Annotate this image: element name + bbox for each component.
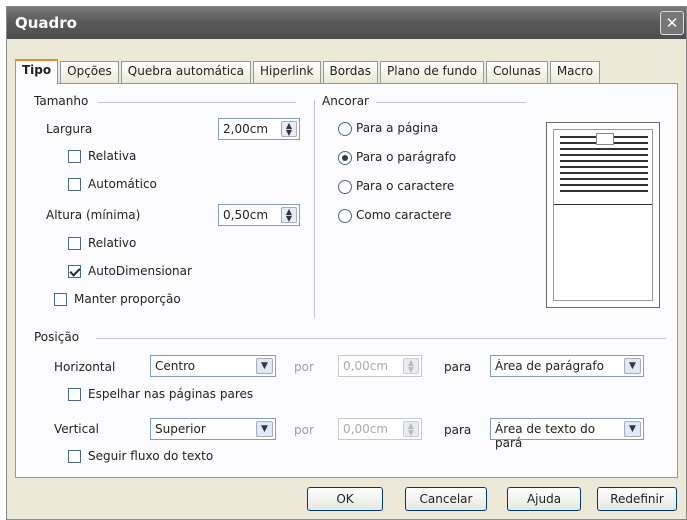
- size-group-label: Tamanho: [34, 94, 89, 108]
- anchor-page-radio[interactable]: [338, 122, 352, 136]
- tab-macro[interactable]: Macro: [549, 61, 601, 83]
- anchor-as-char-radio[interactable]: [338, 209, 352, 223]
- frame-marker-icon: [596, 133, 614, 145]
- cancel-button[interactable]: Cancelar: [405, 487, 487, 511]
- keep-ratio-checkbox[interactable]: [54, 293, 67, 306]
- vertical-to-select[interactable]: Área de texto do pará ▼: [490, 418, 644, 450]
- anchor-char-radio[interactable]: [338, 180, 352, 194]
- chevron-down-icon[interactable]: ▼: [256, 358, 273, 374]
- vertical-by-spinbox: 0,00cm ▲ ▼: [338, 418, 422, 440]
- position-group-label: Posição: [34, 330, 80, 344]
- relative-height-checkbox[interactable]: [68, 237, 81, 250]
- position-group-divider: [96, 338, 666, 339]
- tab-opcoes[interactable]: Opções: [60, 61, 119, 83]
- anchor-as-char-label: Como caractere: [356, 208, 452, 222]
- height-spinbox[interactable]: 0,50cm ▲ ▼: [218, 204, 300, 226]
- automatic-checkbox[interactable]: [68, 178, 81, 191]
- ok-button[interactable]: OK: [307, 487, 383, 511]
- mirror-label: Espelhar nas páginas pares: [88, 387, 254, 401]
- autosize-checkbox[interactable]: [68, 265, 81, 278]
- keep-ratio-label: Manter proporção: [74, 292, 181, 306]
- anchor-paragraph-radio[interactable]: [338, 151, 352, 165]
- relative-width-label: Relativa: [88, 149, 137, 163]
- width-label: Largura: [46, 122, 93, 136]
- tab-panel-tipo: Tamanho Largura 2,00cm ▲ ▼ Relativa Autom…: [15, 83, 678, 478]
- vertical-to-label: para: [444, 423, 472, 437]
- page-preview-icon: [553, 129, 653, 301]
- height-label: Altura (mínima): [46, 208, 141, 222]
- anchor-paragraph-label: Para o parágrafo: [356, 150, 457, 164]
- vertical-by-label: por: [294, 423, 314, 437]
- mirror-checkbox[interactable]: [68, 388, 81, 401]
- follow-flow-checkbox[interactable]: [68, 450, 81, 463]
- tab-plano-de-fundo[interactable]: Plano de fundo: [380, 61, 484, 83]
- dialog-title: Quadro: [15, 14, 77, 32]
- vertical-to-value: Área de texto do pará: [495, 422, 596, 450]
- chevron-down-icon[interactable]: ▼: [256, 421, 273, 437]
- horizontal-value: Centro: [155, 359, 196, 373]
- frame-dialog: Quadro ✕ Tipo Opções Quebra automática H…: [6, 6, 687, 520]
- anchor-page-label: Para a página: [356, 121, 439, 135]
- horizontal-select[interactable]: Centro ▼: [150, 355, 276, 377]
- section-divider: [314, 100, 315, 318]
- title-bar: Quadro ✕: [7, 7, 686, 39]
- tab-hiperlink[interactable]: Hiperlink: [252, 61, 321, 83]
- tab-strip: Tipo Opções Quebra automática Hiperlink …: [15, 59, 602, 84]
- size-group-divider: [98, 102, 296, 103]
- vertical-select[interactable]: Superior ▼: [150, 418, 276, 440]
- relative-height-label: Relativo: [88, 236, 137, 250]
- vertical-label: Vertical: [54, 422, 99, 436]
- horizontal-by-label: por: [294, 360, 314, 374]
- horizontal-by-spinbox: 0,00cm ▲ ▼: [338, 355, 422, 377]
- width-spinbox[interactable]: 2,00cm ▲ ▼: [218, 118, 300, 140]
- horizontal-label: Horizontal: [54, 360, 116, 374]
- tab-quebra-automatica[interactable]: Quebra automática: [120, 61, 251, 83]
- spin-arrows-icon[interactable]: ▲ ▼: [281, 121, 297, 137]
- tab-tipo[interactable]: Tipo: [15, 59, 59, 84]
- anchor-group-divider: [376, 102, 526, 103]
- help-button[interactable]: Ajuda: [507, 487, 581, 511]
- close-button[interactable]: ✕: [660, 11, 684, 35]
- horizontal-to-select[interactable]: Área de parágrafo ▼: [490, 355, 644, 377]
- anchor-group-label: Ancorar: [322, 94, 369, 108]
- vertical-value: Superior: [155, 422, 206, 436]
- spin-arrows-icon: ▲ ▼: [403, 421, 419, 437]
- width-value: 2,00cm: [223, 122, 269, 136]
- automatic-label: Automático: [88, 177, 157, 191]
- horizontal-by-value: 0,00cm: [343, 359, 389, 373]
- horizontal-to-value: Área de parágrafo: [495, 359, 604, 373]
- anchor-char-label: Para o caractere: [356, 179, 455, 193]
- relative-width-checkbox[interactable]: [68, 150, 81, 163]
- frame-preview: [546, 122, 660, 308]
- horizontal-to-label: para: [444, 360, 472, 374]
- close-icon: ✕: [665, 14, 679, 32]
- autosize-label: AutoDimensionar: [88, 264, 192, 278]
- spin-arrows-icon[interactable]: ▲ ▼: [281, 207, 297, 223]
- spin-arrows-icon: ▲ ▼: [403, 358, 419, 374]
- chevron-down-icon[interactable]: ▼: [624, 358, 641, 374]
- height-value: 0,50cm: [223, 208, 269, 222]
- tab-colunas[interactable]: Colunas: [485, 61, 548, 83]
- follow-flow-label: Seguir fluxo do texto: [88, 449, 214, 463]
- chevron-down-icon[interactable]: ▼: [624, 421, 641, 437]
- tab-bordas[interactable]: Bordas: [322, 61, 379, 83]
- reset-button[interactable]: Redefinir: [597, 487, 677, 511]
- vertical-by-value: 0,00cm: [343, 422, 389, 436]
